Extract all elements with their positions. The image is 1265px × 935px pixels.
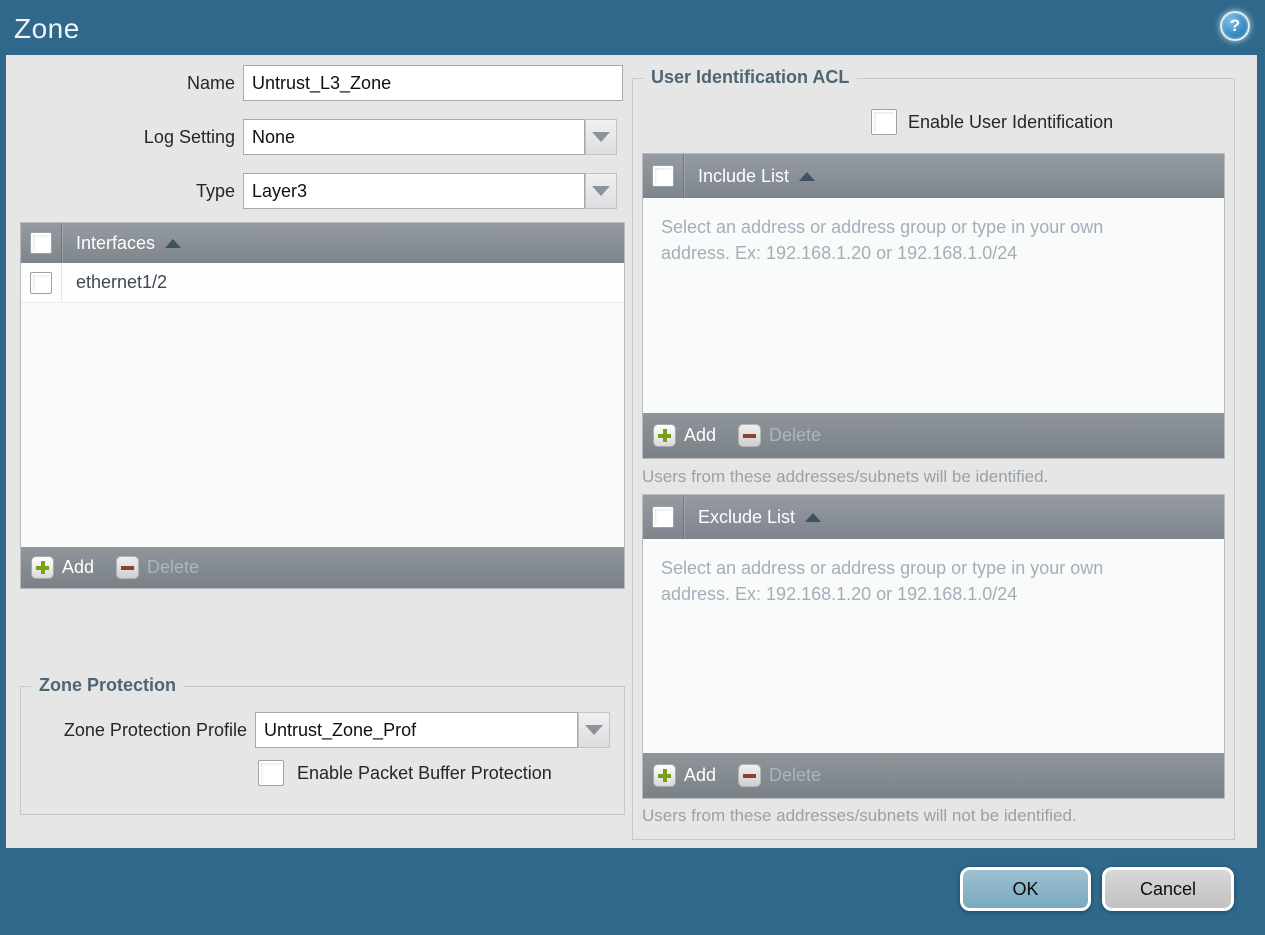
- interfaces-select-all-checkbox[interactable]: [30, 232, 52, 254]
- plus-icon: [31, 556, 54, 579]
- sort-ascending-icon: [799, 171, 816, 181]
- exclude-list-placeholder: Select an address or address group or ty…: [661, 558, 1104, 604]
- help-glyph: ?: [1229, 16, 1241, 35]
- dialog-title: Zone: [14, 13, 80, 44]
- interfaces-table-body: ethernet1/2: [21, 263, 624, 547]
- add-button-label: Add: [62, 557, 95, 577]
- interfaces-table: Interfaces ethernet1/2 Add Delete: [20, 222, 625, 589]
- interfaces-toolbar: Add Delete: [21, 547, 624, 588]
- dialog-body: Name Log Setting Type Interfaces etherne…: [6, 55, 1257, 848]
- type-dropdown-button[interactable]: [585, 173, 617, 209]
- exclude-delete-button[interactable]: Delete: [738, 764, 821, 787]
- minus-icon: [116, 556, 140, 579]
- exclude-list-header[interactable]: Exclude List: [643, 495, 1224, 539]
- add-button-label: Add: [684, 765, 717, 785]
- ok-button[interactable]: OK: [960, 867, 1091, 911]
- minus-icon: [738, 764, 762, 787]
- include-list-table: Include List Select an address or addres…: [642, 153, 1225, 459]
- include-select-all-checkbox[interactable]: [652, 165, 674, 187]
- cancel-button[interactable]: Cancel: [1102, 867, 1234, 911]
- header-divider: [683, 495, 684, 539]
- include-delete-button[interactable]: Delete: [738, 424, 821, 447]
- sort-ascending-icon: [165, 238, 182, 248]
- log-setting-input[interactable]: [243, 119, 585, 155]
- name-input[interactable]: [243, 65, 623, 101]
- chevron-down-icon: [592, 132, 610, 142]
- delete-button-label: Delete: [769, 765, 822, 785]
- zone-protection-section: Zone Protection: [20, 675, 625, 815]
- sort-ascending-icon: [805, 512, 822, 522]
- interfaces-delete-button[interactable]: Delete: [116, 556, 199, 579]
- interface-name: ethernet1/2: [76, 272, 168, 292]
- log-setting-label: Log Setting: [143, 127, 235, 147]
- row-divider: [61, 263, 62, 302]
- zone-protection-profile-input[interactable]: [255, 712, 578, 748]
- exclude-list-toolbar: Add Delete: [643, 753, 1224, 798]
- exclude-select-all-checkbox[interactable]: [652, 506, 674, 528]
- interface-row-checkbox[interactable]: [30, 271, 52, 294]
- exclude-list-column-header: Exclude List: [698, 506, 796, 527]
- log-setting-dropdown-button[interactable]: [585, 119, 617, 155]
- header-divider: [683, 154, 684, 198]
- name-label: Name: [186, 73, 235, 93]
- include-list-placeholder: Select an address or address group or ty…: [661, 217, 1104, 263]
- interfaces-column-header: Interfaces: [76, 232, 156, 253]
- enable-user-identification-checkbox[interactable]: [871, 109, 897, 135]
- exclude-add-button[interactable]: Add: [653, 764, 716, 787]
- type-input[interactable]: [243, 173, 585, 209]
- exclude-list-caption: Users from these addresses/subnets will …: [642, 806, 1077, 825]
- interfaces-table-header[interactable]: Interfaces: [21, 223, 624, 263]
- exclude-list-body[interactable]: Select an address or address group or ty…: [643, 539, 1224, 753]
- plus-icon: [653, 764, 676, 787]
- chevron-down-icon: [585, 725, 603, 735]
- zone-protection-legend: Zone Protection: [31, 675, 185, 696]
- packet-buffer-checkbox[interactable]: [258, 760, 284, 786]
- include-list-header[interactable]: Include List: [643, 154, 1224, 198]
- include-add-button[interactable]: Add: [653, 424, 716, 447]
- packet-buffer-row: Enable Packet Buffer Protection: [258, 760, 552, 786]
- minus-icon: [738, 424, 762, 447]
- interface-row[interactable]: ethernet1/2: [21, 263, 624, 303]
- exclude-list-table: Exclude List Select an address or addres…: [642, 494, 1225, 799]
- zone-protection-profile-label: Zone Protection Profile: [63, 720, 247, 740]
- help-icon[interactable]: ?: [1220, 11, 1250, 41]
- include-list-toolbar: Add Delete: [643, 413, 1224, 458]
- type-label: Type: [195, 181, 235, 201]
- delete-button-label: Delete: [147, 557, 200, 577]
- plus-icon: [653, 424, 676, 447]
- zone-protection-profile-dropdown-button[interactable]: [578, 712, 610, 748]
- enable-user-identification-label: Enable User Identification: [908, 111, 1114, 132]
- user-identification-legend: User Identification ACL: [643, 67, 858, 88]
- include-list-body[interactable]: Select an address or address group or ty…: [643, 198, 1224, 413]
- add-button-label: Add: [684, 425, 717, 445]
- include-list-caption: Users from these addresses/subnets will …: [642, 467, 1049, 486]
- packet-buffer-label: Enable Packet Buffer Protection: [297, 762, 552, 783]
- enable-user-identification-row: Enable User Identification: [871, 109, 1113, 135]
- chevron-down-icon: [592, 186, 610, 196]
- delete-button-label: Delete: [769, 425, 822, 445]
- interfaces-add-button[interactable]: Add: [31, 556, 94, 579]
- header-divider: [61, 223, 62, 263]
- include-list-column-header: Include List: [698, 165, 790, 186]
